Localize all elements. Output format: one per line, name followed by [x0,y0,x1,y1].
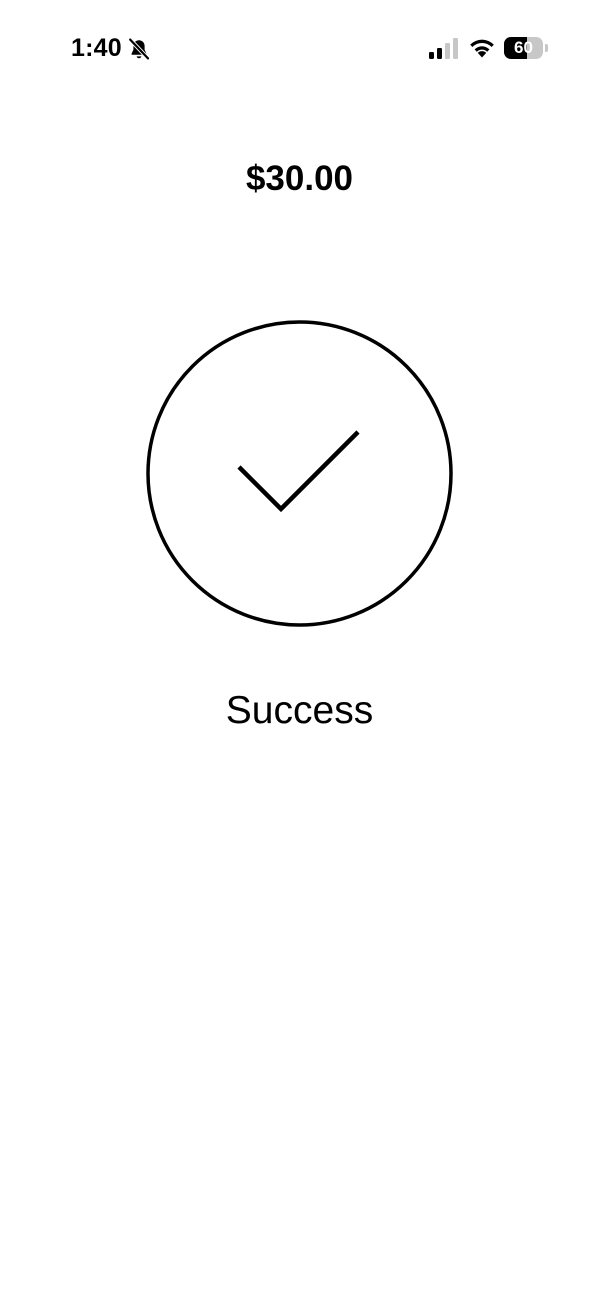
signal-bar-2 [437,48,442,59]
success-circle [146,320,453,627]
battery-indicator: 60 [504,37,548,59]
cellular-signal-icon [429,38,458,59]
battery-level: 60 [514,38,533,57]
checkmark [237,430,360,513]
payment-amount: $30.00 [245,159,354,198]
battery-body: 60 [504,37,543,59]
checkmark-circle-icon [146,320,453,627]
status-bar: 1:40 60 [0,0,599,96]
status-time: 1:40 [71,34,122,62]
signal-bar-1 [429,52,434,59]
wifi-icon [470,39,494,58]
signal-bar-4 [453,38,458,59]
signal-bar-3 [445,43,450,59]
payment-status-label: Success [225,689,374,732]
bell-slash-icon [128,37,150,61]
battery-tip [545,44,548,52]
